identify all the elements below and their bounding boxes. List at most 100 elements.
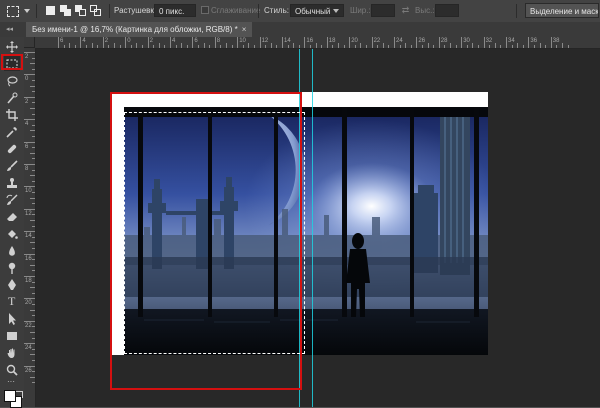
- ruler-minor-tick: [30, 309, 35, 311]
- ruler-major-tick: [237, 37, 239, 48]
- ruler-minor-tick: [562, 43, 563, 48]
- ruler-major-tick: [24, 52, 35, 53]
- ruler-label: 22: [373, 38, 381, 44]
- ruler-minor-tick: [32, 259, 35, 261]
- ruler-minor-tick: [472, 43, 474, 48]
- ruler-minor-tick: [478, 45, 479, 48]
- ruler-minor-tick: [567, 45, 569, 48]
- ruler-major-tick: [58, 37, 59, 48]
- ruler-major-tick: [349, 37, 351, 48]
- healing-brush-icon[interactable]: [4, 141, 20, 156]
- ruler-minor-tick: [545, 45, 547, 48]
- path-selection-icon[interactable]: [4, 311, 20, 326]
- annotation-highlight-selection: [110, 92, 302, 390]
- ruler-minor-tick: [265, 45, 267, 48]
- ruler-label: 34: [508, 38, 515, 44]
- ruler-minor-tick: [186, 45, 188, 48]
- ruler-major-tick: [24, 276, 35, 277]
- ruler-major-tick: [24, 320, 35, 322]
- guide-line[interactable]: [312, 49, 313, 407]
- ruler-minor-tick: [534, 45, 535, 48]
- eyedropper-icon[interactable]: [4, 124, 20, 139]
- ruler-minor-tick: [97, 45, 99, 48]
- ruler-label: 36: [530, 38, 538, 44]
- rectangle-icon[interactable]: [4, 328, 20, 343]
- ruler-minor-tick: [455, 45, 457, 48]
- foreground-color-swatch[interactable]: [4, 390, 16, 402]
- crop-icon[interactable]: [4, 107, 20, 122]
- lasso-icon[interactable]: [4, 73, 20, 88]
- ruler-minor-tick: [310, 45, 311, 48]
- ruler-label: 26: [25, 367, 32, 374]
- ruler-minor-tick: [422, 45, 423, 48]
- ruler-minor-tick: [32, 80, 35, 81]
- ruler-minor-tick: [500, 45, 502, 48]
- ruler-major-tick: [170, 37, 171, 48]
- add-to-selection-icon[interactable]: [60, 5, 71, 16]
- divider: [109, 4, 110, 18]
- ruler-minor-tick: [231, 45, 233, 48]
- close-icon[interactable]: ×: [242, 25, 247, 34]
- ruler-minor-tick: [158, 43, 160, 48]
- subtract-from-selection-icon[interactable]: [75, 5, 86, 16]
- style-select[interactable]: Обычный: [290, 4, 344, 17]
- quick-selection-icon[interactable]: [4, 90, 20, 105]
- type-icon[interactable]: T: [4, 294, 20, 309]
- clone-stamp-icon[interactable]: [4, 175, 20, 190]
- antialias-checkbox[interactable]: [201, 6, 209, 14]
- foreground-background-icon[interactable]: [3, 389, 22, 408]
- ruler-major-tick: [24, 74, 35, 76]
- ruler-label: 8: [216, 38, 221, 44]
- ruler-minor-tick: [32, 180, 35, 182]
- dodge-icon[interactable]: [4, 260, 20, 275]
- document-tab[interactable]: Без имени-1 @ 16,7% (Картинка для обложк…: [26, 22, 253, 37]
- height-input[interactable]: [435, 4, 459, 17]
- paint-bucket-icon[interactable]: [4, 226, 20, 241]
- select-and-mask-button[interactable]: Выделение и маска...: [525, 3, 599, 18]
- pen-icon[interactable]: [4, 277, 20, 292]
- ruler-minor-tick: [388, 45, 390, 48]
- ruler-minor-tick: [91, 43, 93, 48]
- eraser-icon[interactable]: [4, 209, 20, 224]
- width-label: Шир.:: [350, 6, 371, 15]
- ruler-minor-tick: [32, 203, 35, 205]
- ruler-minor-tick: [32, 337, 35, 339]
- ruler-minor-tick: [32, 304, 35, 305]
- divider: [36, 4, 37, 18]
- tool-preset-picker[interactable]: [4, 3, 30, 19]
- ruler-minor-tick: [32, 236, 35, 238]
- ruler-minor-tick: [203, 43, 205, 48]
- ruler-label: 0: [25, 76, 29, 83]
- ruler-minor-tick: [242, 45, 244, 48]
- ruler-minor-tick: [32, 192, 35, 193]
- blur-icon[interactable]: [4, 243, 20, 258]
- move-icon[interactable]: [4, 39, 20, 54]
- ruler-minor-tick: [32, 382, 35, 384]
- feather-input[interactable]: 0 пикс.: [154, 4, 196, 17]
- new-selection-icon[interactable]: [45, 5, 56, 16]
- ruler-label: 0: [127, 38, 131, 44]
- ruler-label: 4: [82, 38, 86, 44]
- width-input[interactable]: [371, 4, 395, 17]
- ruler-minor-tick: [321, 45, 323, 48]
- ruler-minor-tick: [366, 45, 367, 48]
- ruler-minor-tick: [494, 43, 496, 48]
- ruler-minor-tick: [30, 152, 35, 154]
- history-brush-icon[interactable]: [4, 192, 20, 207]
- ruler-label: 14: [25, 233, 32, 240]
- brush-icon[interactable]: [4, 158, 20, 173]
- hand-icon[interactable]: [4, 345, 20, 360]
- ruler-major-tick: [24, 164, 35, 165]
- ruler-minor-tick: [32, 348, 35, 350]
- collapse-toolbar-icon[interactable]: ◂◂: [6, 25, 13, 33]
- swap-width-height-icon[interactable]: ⇄: [400, 5, 411, 15]
- ruler-label: 38: [552, 38, 560, 44]
- ruler-minor-tick: [293, 43, 295, 48]
- intersect-selection-icon[interactable]: [90, 5, 101, 16]
- ruler-major-tick: [24, 253, 35, 255]
- ruler-major-tick: [326, 37, 328, 48]
- ruler-minor-tick: [119, 45, 121, 48]
- zoom-icon[interactable]: [4, 362, 20, 377]
- ruler-minor-tick: [74, 45, 76, 48]
- ruler-minor-tick: [377, 45, 379, 48]
